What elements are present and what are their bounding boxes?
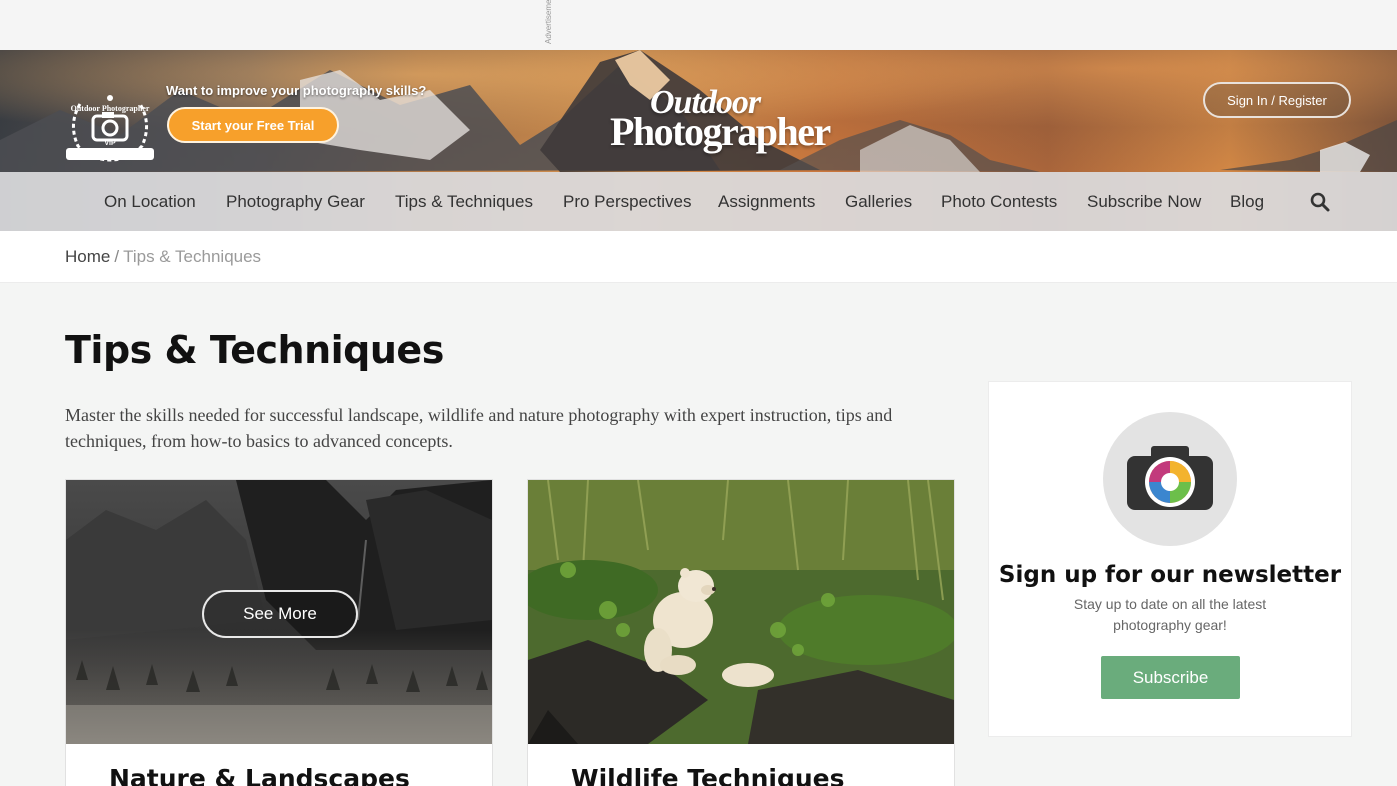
breadcrumb-home[interactable]: Home — [65, 247, 110, 266]
page-title: Tips & Techniques — [65, 328, 444, 372]
page-intro: Master the skills needed for successful … — [65, 405, 893, 451]
logo-line-2: Photographer — [610, 109, 831, 154]
free-trial-button[interactable]: Start your Free Trial — [167, 107, 339, 143]
vip-badge[interactable]: Outdoor Photographer VIP — [62, 84, 158, 168]
breadcrumb-current: Tips & Techniques — [123, 247, 262, 266]
search-icon[interactable] — [1309, 191, 1331, 213]
main-navigation: On Location Photography Gear Tips & Tech… — [0, 172, 1397, 231]
vip-badge-icon: Outdoor Photographer VIP — [66, 95, 154, 162]
promo-text: Want to improve your photography skills? — [166, 83, 427, 98]
category-card-wildlife-techniques[interactable]: Wildlife Techniques — [527, 479, 955, 786]
subscribe-button[interactable]: Subscribe — [1101, 656, 1240, 699]
see-more-button[interactable]: See More — [202, 590, 358, 638]
breadcrumb: Home / Tips & Techniques — [65, 247, 261, 267]
sign-in-register-button[interactable]: Sign In / Register — [1203, 82, 1351, 118]
nav-item-pro-perspectives[interactable]: Pro Perspectives — [563, 172, 692, 231]
camera-icon — [1103, 412, 1237, 546]
nav-item-tips-techniques[interactable]: Tips & Techniques — [395, 172, 533, 231]
nav-item-photography-gear[interactable]: Photography Gear — [226, 172, 365, 231]
spirit-bear-photo — [528, 480, 954, 744]
advertisement-label: Advertisement — [544, 0, 553, 44]
vip-badge-tier: VIP — [104, 140, 116, 147]
newsletter-title: Sign up for our newsletter — [998, 562, 1342, 588]
site-header: Outdoor Photographer VIP Want to improve… — [0, 50, 1397, 231]
category-card-nature-landscapes[interactable]: See More Nature & Landscapes — [65, 479, 493, 786]
card-image-wildlife[interactable] — [528, 480, 954, 744]
card-image-landscape[interactable]: See More — [66, 480, 492, 744]
nav-item-photo-contests[interactable]: Photo Contests — [941, 172, 1057, 231]
newsletter-description: Stay up to date on all the latest photog… — [1073, 596, 1267, 633]
breadcrumb-separator: / — [114, 247, 120, 266]
nav-item-on-location[interactable]: On Location — [104, 172, 196, 231]
breadcrumb-bar: Home / Tips & Techniques — [0, 231, 1397, 283]
nav-item-galleries[interactable]: Galleries — [845, 172, 912, 231]
card-title[interactable]: Wildlife Techniques — [571, 764, 845, 786]
card-title[interactable]: Nature & Landscapes — [109, 764, 410, 786]
vip-badge-label: Outdoor Photographer — [71, 104, 150, 113]
nav-item-blog[interactable]: Blog — [1230, 172, 1264, 231]
site-logo[interactable]: Outdoor Photographer — [606, 84, 831, 154]
newsletter-signup: Sign up for our newsletter Stay up to da… — [988, 381, 1352, 737]
nav-item-subscribe-now[interactable]: Subscribe Now — [1087, 172, 1201, 231]
advertisement-strip: Advertisement — [0, 0, 1397, 50]
nav-item-assignments[interactable]: Assignments — [718, 172, 815, 231]
